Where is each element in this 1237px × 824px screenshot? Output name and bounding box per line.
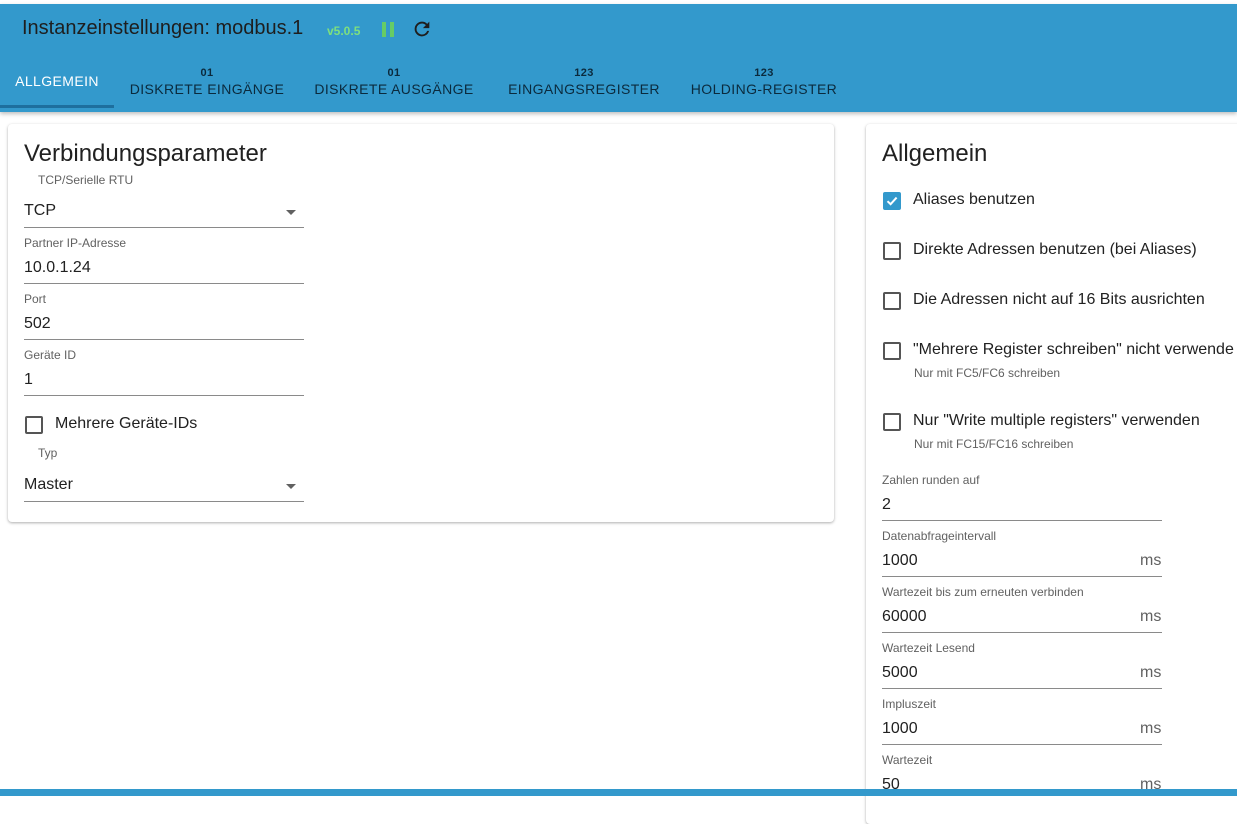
reconnect-value: 60000	[882, 608, 927, 625]
unit-label: ms	[1140, 720, 1162, 737]
connection-title: Verbindungsparameter	[24, 140, 267, 167]
binary-icon: 01	[387, 67, 401, 79]
field-underline	[24, 395, 304, 396]
tab-holding-register[interactable]: 123 HOLDING-REGISTER	[680, 52, 848, 112]
tab-allgemein[interactable]: ALLGEMEIN	[0, 52, 114, 112]
tab-diskrete-ausgaenge[interactable]: 01 DISKRETE AUSGÄNGE	[304, 52, 484, 112]
numeric-icon: 123	[754, 67, 774, 79]
multi-ids-checkbox[interactable]	[25, 416, 43, 434]
poll-interval-input[interactable]: 1000 ms	[882, 545, 1162, 577]
port-label: Port	[24, 292, 47, 306]
unit-label: ms	[1140, 608, 1162, 625]
device-id-value: 1	[24, 371, 33, 388]
multi-ids-label[interactable]: Mehrere Geräte-IDs	[55, 415, 197, 433]
pause-button[interactable]	[378, 20, 398, 40]
no-multi-write-checkbox[interactable]	[883, 342, 901, 360]
pulse-time-input[interactable]: 1000 ms	[882, 713, 1162, 745]
ip-input[interactable]: 10.0.1.24	[24, 252, 304, 284]
refresh-icon	[414, 21, 430, 37]
no-align-checkbox[interactable]	[883, 292, 901, 310]
device-id-input[interactable]: 1	[24, 364, 304, 396]
port-input[interactable]: 502	[24, 308, 304, 340]
tab-label: DISKRETE EINGÄNGE	[129, 81, 285, 97]
field-underline	[882, 576, 1162, 577]
type-label: Typ	[38, 446, 58, 460]
type-select[interactable]: Master	[24, 468, 304, 502]
poll-interval-label: Datenabfrageintervall	[882, 529, 997, 543]
only-multi-write-help: Nur mit FC15/FC16 schreiben	[914, 437, 1074, 451]
version-badge: v5.0.5	[327, 24, 361, 38]
round-input[interactable]: 2	[882, 489, 1162, 521]
field-underline	[882, 520, 1162, 521]
dropdown-arrow-icon	[286, 210, 296, 215]
binary-icon: 01	[200, 67, 214, 79]
field-underline	[24, 227, 304, 228]
pulse-time-value: 1000	[882, 720, 918, 737]
read-timeout-value: 5000	[882, 664, 918, 681]
tab-diskrete-eingaenge[interactable]: 01 DISKRETE EINGÄNGE	[118, 52, 296, 112]
round-value: 2	[882, 496, 891, 513]
ip-label: Partner IP-Adresse	[24, 236, 127, 250]
mode-label: TCP/Serielle RTU	[38, 173, 134, 187]
only-multi-write-checkbox[interactable]	[883, 413, 901, 431]
pulse-time-label: Impluszeit	[882, 697, 937, 711]
field-underline	[24, 501, 304, 502]
field-underline	[882, 744, 1162, 745]
tab-label: ALLGEMEIN	[15, 73, 99, 89]
only-multi-write-label[interactable]: Nur "Write multiple registers" verwenden	[913, 412, 1200, 430]
field-underline	[24, 283, 304, 284]
pause-icon	[382, 22, 394, 37]
field-underline	[882, 632, 1162, 633]
tab-active-indicator	[0, 105, 114, 108]
type-value: Master	[24, 476, 73, 493]
connection-card: Verbindungsparameter TCP/Serielle RTU TC…	[8, 124, 834, 522]
general-card: Allgemein Aliases benutzen Direkte Adres…	[866, 124, 1237, 824]
poll-interval-value: 1000	[882, 552, 918, 569]
app-bar: Instanzeinstellungen: modbus.1 v5.0.5 AL…	[0, 4, 1237, 112]
field-underline	[882, 688, 1162, 689]
wait-time-label: Wartezeit	[882, 753, 933, 767]
ip-value: 10.0.1.24	[24, 259, 91, 276]
tab-label: EINGANGSREGISTER	[508, 81, 660, 97]
reconnect-label: Wartezeit bis zum erneuten verbinden	[882, 585, 1084, 599]
wait-time-input[interactable]: 50 ms	[882, 769, 1162, 801]
refresh-button[interactable]	[411, 18, 433, 40]
round-label: Zahlen runden auf	[882, 473, 980, 487]
mode-value: TCP	[24, 202, 56, 219]
no-align-label[interactable]: Die Adressen nicht auf 16 Bits ausrichte…	[913, 291, 1205, 309]
unit-label: ms	[1140, 552, 1162, 569]
read-timeout-label: Wartezeit Lesend	[882, 641, 975, 655]
tab-label: DISKRETE AUSGÄNGE	[314, 81, 474, 97]
tab-label: HOLDING-REGISTER	[690, 81, 838, 97]
dropdown-arrow-icon	[286, 484, 296, 489]
field-underline	[24, 339, 304, 340]
general-title: Allgemein	[882, 140, 988, 167]
checkmark-icon	[886, 196, 898, 206]
aliases-checkbox[interactable]	[883, 192, 901, 210]
direct-addresses-checkbox[interactable]	[883, 242, 901, 260]
unit-label: ms	[1140, 664, 1162, 681]
bottom-bar	[0, 789, 1237, 796]
no-multi-write-label[interactable]: "Mehrere Register schreiben" nicht verwe…	[913, 341, 1234, 359]
port-value: 502	[24, 315, 51, 332]
device-id-label: Geräte ID	[24, 348, 77, 362]
aliases-label[interactable]: Aliases benutzen	[913, 191, 1035, 209]
reconnect-input[interactable]: 60000 ms	[882, 601, 1162, 633]
no-multi-write-help: Nur mit FC5/FC6 schreiben	[914, 366, 1061, 380]
read-timeout-input[interactable]: 5000 ms	[882, 657, 1162, 689]
direct-addresses-label[interactable]: Direkte Adressen benutzen (bei Aliases)	[913, 241, 1197, 259]
tab-eingangsregister[interactable]: 123 EINGANGSREGISTER	[496, 52, 672, 112]
mode-select[interactable]: TCP	[24, 194, 304, 228]
page-title: Instanzeinstellungen: modbus.1	[22, 17, 304, 39]
numeric-icon: 123	[574, 67, 594, 79]
